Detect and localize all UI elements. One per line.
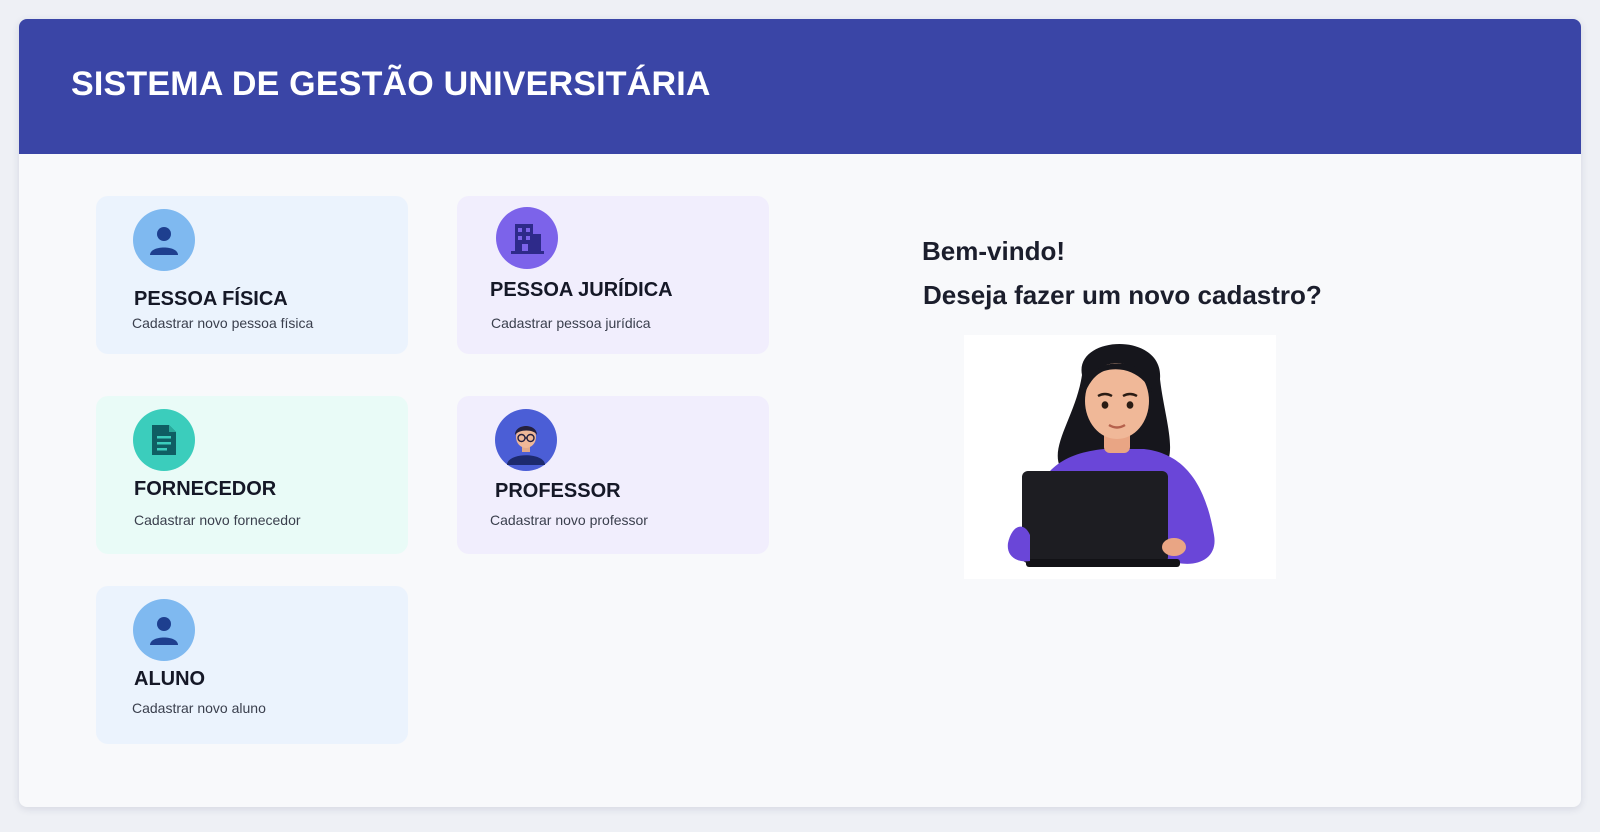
card-professor[interactable]: PROFESSOR Cadastrar novo professor xyxy=(457,396,769,554)
card-pessoa-juridica[interactable]: PESSOA JURÍDICA Cadastrar pessoa jurídic… xyxy=(457,196,769,354)
card-description: Cadastrar novo professor xyxy=(490,512,648,528)
teacher-icon xyxy=(495,409,557,471)
card-description: Cadastrar novo fornecedor xyxy=(134,512,301,528)
card-aluno[interactable]: ALUNO Cadastrar novo aluno xyxy=(96,586,408,744)
card-description: Cadastrar novo pessoa física xyxy=(132,315,314,331)
card-title: PROFESSOR xyxy=(495,480,621,502)
welcome-heading: Bem-vindo! xyxy=(922,236,1065,266)
card-pessoa-fisica[interactable]: PESSOA FÍSICA Cadastrar novo pessoa físi… xyxy=(96,196,408,354)
person-icon xyxy=(133,209,195,271)
building-icon xyxy=(496,207,558,269)
woman-with-laptop-illustration xyxy=(964,335,1276,579)
person-icon xyxy=(133,599,195,661)
welcome-question: Deseja fazer um novo cadastro? xyxy=(923,280,1322,310)
card-description: Cadastrar pessoa jurídica xyxy=(491,315,651,331)
page-title: SISTEMA DE GESTÃO UNIVERSITÁRIA xyxy=(71,65,711,103)
card-title: PESSOA JURÍDICA xyxy=(490,279,673,301)
card-fornecedor[interactable]: FORNECEDOR Cadastrar novo fornecedor xyxy=(96,396,408,554)
app-header: SISTEMA DE GESTÃO UNIVERSITÁRIA xyxy=(19,19,1581,154)
card-description: Cadastrar novo aluno xyxy=(132,700,266,716)
card-title: ALUNO xyxy=(134,668,206,690)
app-window: SISTEMA DE GESTÃO UNIVERSITÁRIA PESSOA F… xyxy=(19,19,1581,807)
card-title: FORNECEDOR xyxy=(134,478,277,500)
document-icon xyxy=(133,409,195,471)
card-title: PESSOA FÍSICA xyxy=(134,288,288,310)
